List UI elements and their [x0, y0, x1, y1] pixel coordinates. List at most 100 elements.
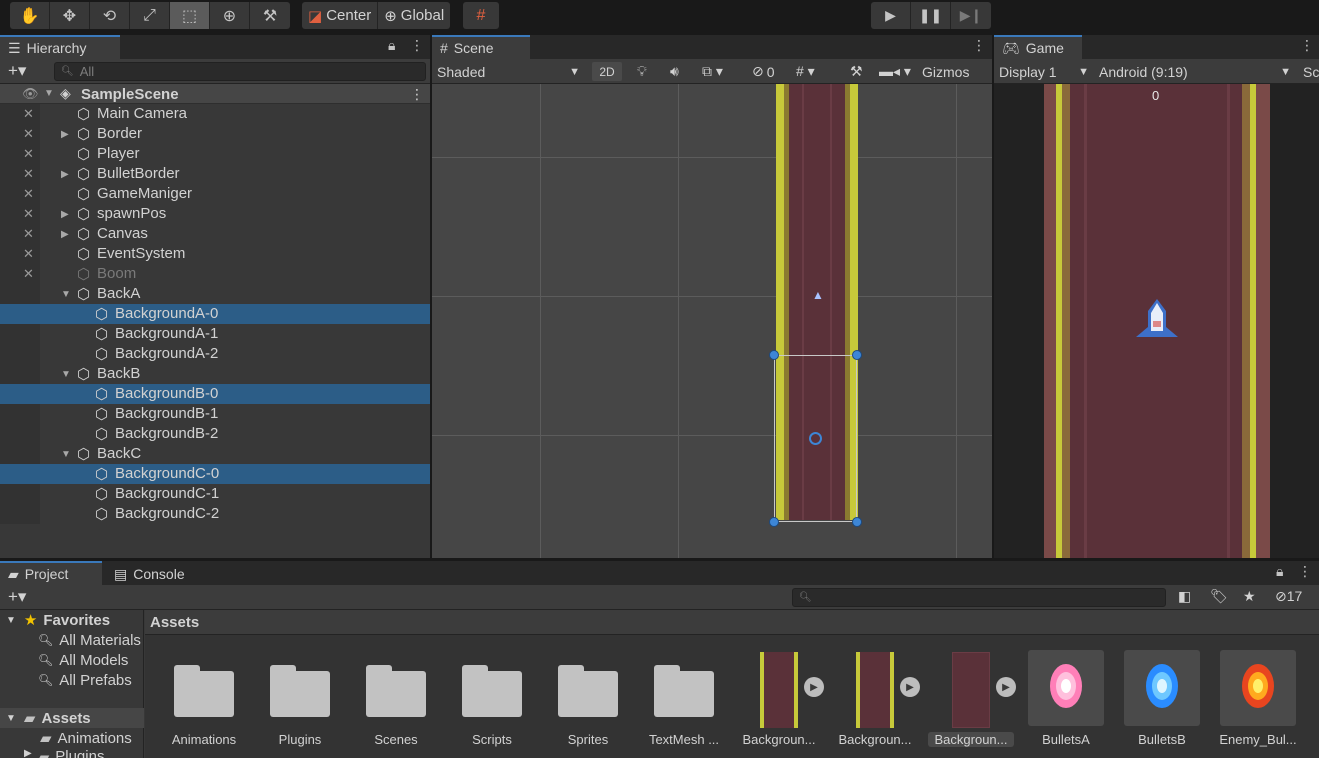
project-search-input[interactable]: 🔍︎: [792, 588, 1166, 607]
pivot-handle[interactable]: [809, 432, 822, 445]
camera-dropdown[interactable]: ▬◂ ▾: [879, 62, 911, 81]
lock-icon[interactable]: 🔒︎: [388, 37, 395, 54]
tab-hierarchy[interactable]: ☰ Hierarchy: [0, 35, 120, 59]
scene-kebab-icon[interactable]: ⋮: [972, 37, 986, 54]
hierarchy-item[interactable]: ✕ ⬡ Main Camera: [0, 104, 430, 124]
hierarchy-item[interactable]: ▼ ⬡ BackC: [0, 444, 430, 464]
hierarchy-item[interactable]: ▼ ⬡ BackB: [0, 364, 430, 384]
grid-snap-icon[interactable]: #: [463, 2, 499, 29]
rect-handle-bl[interactable]: [769, 517, 779, 527]
lighting-icon[interactable]: 💡︎: [637, 62, 647, 81]
hierarchy-item[interactable]: ✕ ▶ ⬡ spawnPos: [0, 204, 430, 224]
custom-tool-icon[interactable]: ⚒: [250, 2, 290, 29]
asset-sprite[interactable]: ▶ Backgroun...: [734, 610, 824, 758]
tab-scene[interactable]: # Scene: [432, 35, 530, 59]
tree-folder-item[interactable]: ▶ ▰ Plugins: [0, 748, 144, 758]
hierarchy-item[interactable]: ✕ ▶ ⬡ Canvas: [0, 224, 430, 244]
hierarchy-item[interactable]: ⬡ BackgroundC-1: [0, 484, 430, 504]
hierarchy-search-input[interactable]: 🔍︎ All: [54, 62, 426, 81]
step-button[interactable]: ▶❙: [951, 2, 991, 29]
tab-console[interactable]: ▤ Console: [106, 561, 202, 585]
asset-folder[interactable]: TextMesh ...: [639, 610, 729, 758]
add-dropdown-button[interactable]: +▾: [8, 61, 26, 81]
search-by-type-icon[interactable]: ◧: [1178, 588, 1191, 605]
visibility-hidden-icon[interactable]: ✕: [23, 246, 34, 262]
asset-prefab[interactable]: Enemy_Bul...: [1213, 610, 1303, 758]
visibility-hidden-icon[interactable]: ✕: [23, 266, 34, 282]
transform-tool-icon[interactable]: ⊕: [210, 2, 250, 29]
search-by-label-icon[interactable]: 🏷︎: [1210, 588, 1228, 605]
hierarchy-item[interactable]: ✕ ⬡ EventSystem: [0, 244, 430, 264]
visibility-hidden-icon[interactable]: ✕: [23, 146, 34, 162]
expand-sprite-icon[interactable]: ▶: [900, 677, 920, 697]
move-tool-icon[interactable]: ✥: [50, 2, 90, 29]
hierarchy-item[interactable]: ✕ ⬡ GameManiger: [0, 184, 430, 204]
scene-visibility-icon[interactable]: 👁︎: [22, 86, 39, 102]
assets-root-row[interactable]: ▼ ▰ Assets: [0, 708, 144, 728]
hierarchy-item[interactable]: ✕ ▶ ⬡ BulletBorder: [0, 164, 430, 184]
effects-dropdown[interactable]: ⧉ ▾: [702, 62, 723, 81]
lock-icon[interactable]: 🔒︎: [1276, 563, 1283, 580]
hand-tool-icon[interactable]: ✋: [10, 2, 50, 29]
rect-handle-tl[interactable]: [769, 350, 779, 360]
favorite-item[interactable]: 🔍︎ All Materials: [0, 630, 144, 650]
display-dropdown[interactable]: Display 1 ▼: [999, 62, 1089, 81]
asset-folder[interactable]: Animations: [159, 610, 249, 758]
tab-game[interactable]: 🎮︎ Game: [994, 35, 1082, 59]
rect-handle-br[interactable]: [852, 517, 862, 527]
player-sprite-icon[interactable]: ▲: [812, 288, 824, 302]
hierarchy-item[interactable]: ⬡ BackgroundB-2: [0, 424, 430, 444]
scale-tool-icon[interactable]: ⤢: [130, 2, 170, 29]
pivot-center-button[interactable]: ◪ Center: [302, 2, 379, 29]
favorites-row[interactable]: ▼ ★ Favorites: [0, 610, 144, 630]
play-button[interactable]: ▶: [871, 2, 911, 29]
audio-icon[interactable]: 🔊︎: [670, 62, 679, 81]
hierarchy-item[interactable]: ⬡ BackgroundB-0: [0, 384, 430, 404]
hierarchy-item[interactable]: ✕ ⬡ Boom: [0, 264, 430, 284]
hidden-packages-toggle[interactable]: ⊘17: [1275, 588, 1302, 605]
visibility-hidden-icon[interactable]: ✕: [23, 166, 34, 182]
expand-arrow-icon[interactable]: ▶: [61, 229, 69, 240]
hierarchy-item[interactable]: ⬡ BackgroundC-2: [0, 504, 430, 524]
visibility-hidden-icon[interactable]: ✕: [23, 226, 34, 242]
pause-button[interactable]: ❚❚: [911, 2, 951, 29]
collapse-arrow-icon[interactable]: ▼: [61, 369, 71, 380]
visibility-hidden-icon[interactable]: ✕: [23, 106, 34, 122]
gizmos-button[interactable]: Gizmos: [922, 62, 969, 81]
hierarchy-item[interactable]: ▼ ⬡ BackA: [0, 284, 430, 304]
asset-sprite[interactable]: ▶ Backgroun...: [830, 610, 920, 758]
space-global-button[interactable]: ⊕ Global: [378, 2, 450, 29]
asset-folder[interactable]: Plugins: [255, 610, 345, 758]
shading-mode-dropdown[interactable]: Shaded ▼: [437, 62, 580, 81]
kebab-menu-icon[interactable]: ⋮: [410, 37, 424, 54]
game-kebab-icon[interactable]: ⋮: [1300, 37, 1314, 54]
grid-dropdown[interactable]: # ▾: [796, 62, 815, 81]
expand-sprite-icon[interactable]: ▶: [804, 677, 824, 697]
create-dropdown-button[interactable]: +▾: [8, 587, 26, 607]
tools-icon[interactable]: ⚒: [850, 62, 863, 81]
expand-arrow-icon[interactable]: ▼: [44, 88, 54, 99]
visibility-hidden-icon[interactable]: ✕: [23, 186, 34, 202]
hierarchy-item[interactable]: ⬡ BackgroundA-2: [0, 344, 430, 364]
hierarchy-item[interactable]: ⬡ BackgroundA-1: [0, 324, 430, 344]
hidden-objects-toggle[interactable]: ⊘ 0: [752, 62, 775, 81]
asset-folder[interactable]: Scenes: [351, 610, 441, 758]
asset-prefab[interactable]: BulletsA: [1021, 610, 1111, 758]
hierarchy-item[interactable]: ⬡ BackgroundB-1: [0, 404, 430, 424]
scale-slider[interactable]: Sc: [1303, 62, 1319, 81]
scene-root-row[interactable]: 👁︎ ▼ ◈ SampleScene ⋮: [0, 84, 430, 104]
resolution-dropdown[interactable]: Android (9:19) ▼: [1099, 62, 1291, 81]
asset-folder[interactable]: Scripts: [447, 610, 537, 758]
hierarchy-item[interactable]: ⬡ BackgroundA-0: [0, 304, 430, 324]
scene-menu-icon[interactable]: ⋮: [410, 86, 424, 103]
collapse-arrow-icon[interactable]: ▼: [61, 289, 71, 300]
project-kebab-icon[interactable]: ⋮: [1298, 563, 1312, 580]
asset-folder[interactable]: Sprites: [543, 610, 633, 758]
expand-arrow-icon[interactable]: ▶: [61, 129, 69, 140]
visibility-hidden-icon[interactable]: ✕: [23, 126, 34, 142]
favorite-item[interactable]: 🔍︎ All Models: [0, 650, 144, 670]
asset-sprite[interactable]: ▶ Backgroun...: [926, 610, 1016, 758]
expand-arrow-icon[interactable]: ▶: [61, 169, 69, 180]
rect-tool-icon[interactable]: ⬚: [170, 2, 210, 29]
asset-prefab[interactable]: BulletsB: [1117, 610, 1207, 758]
